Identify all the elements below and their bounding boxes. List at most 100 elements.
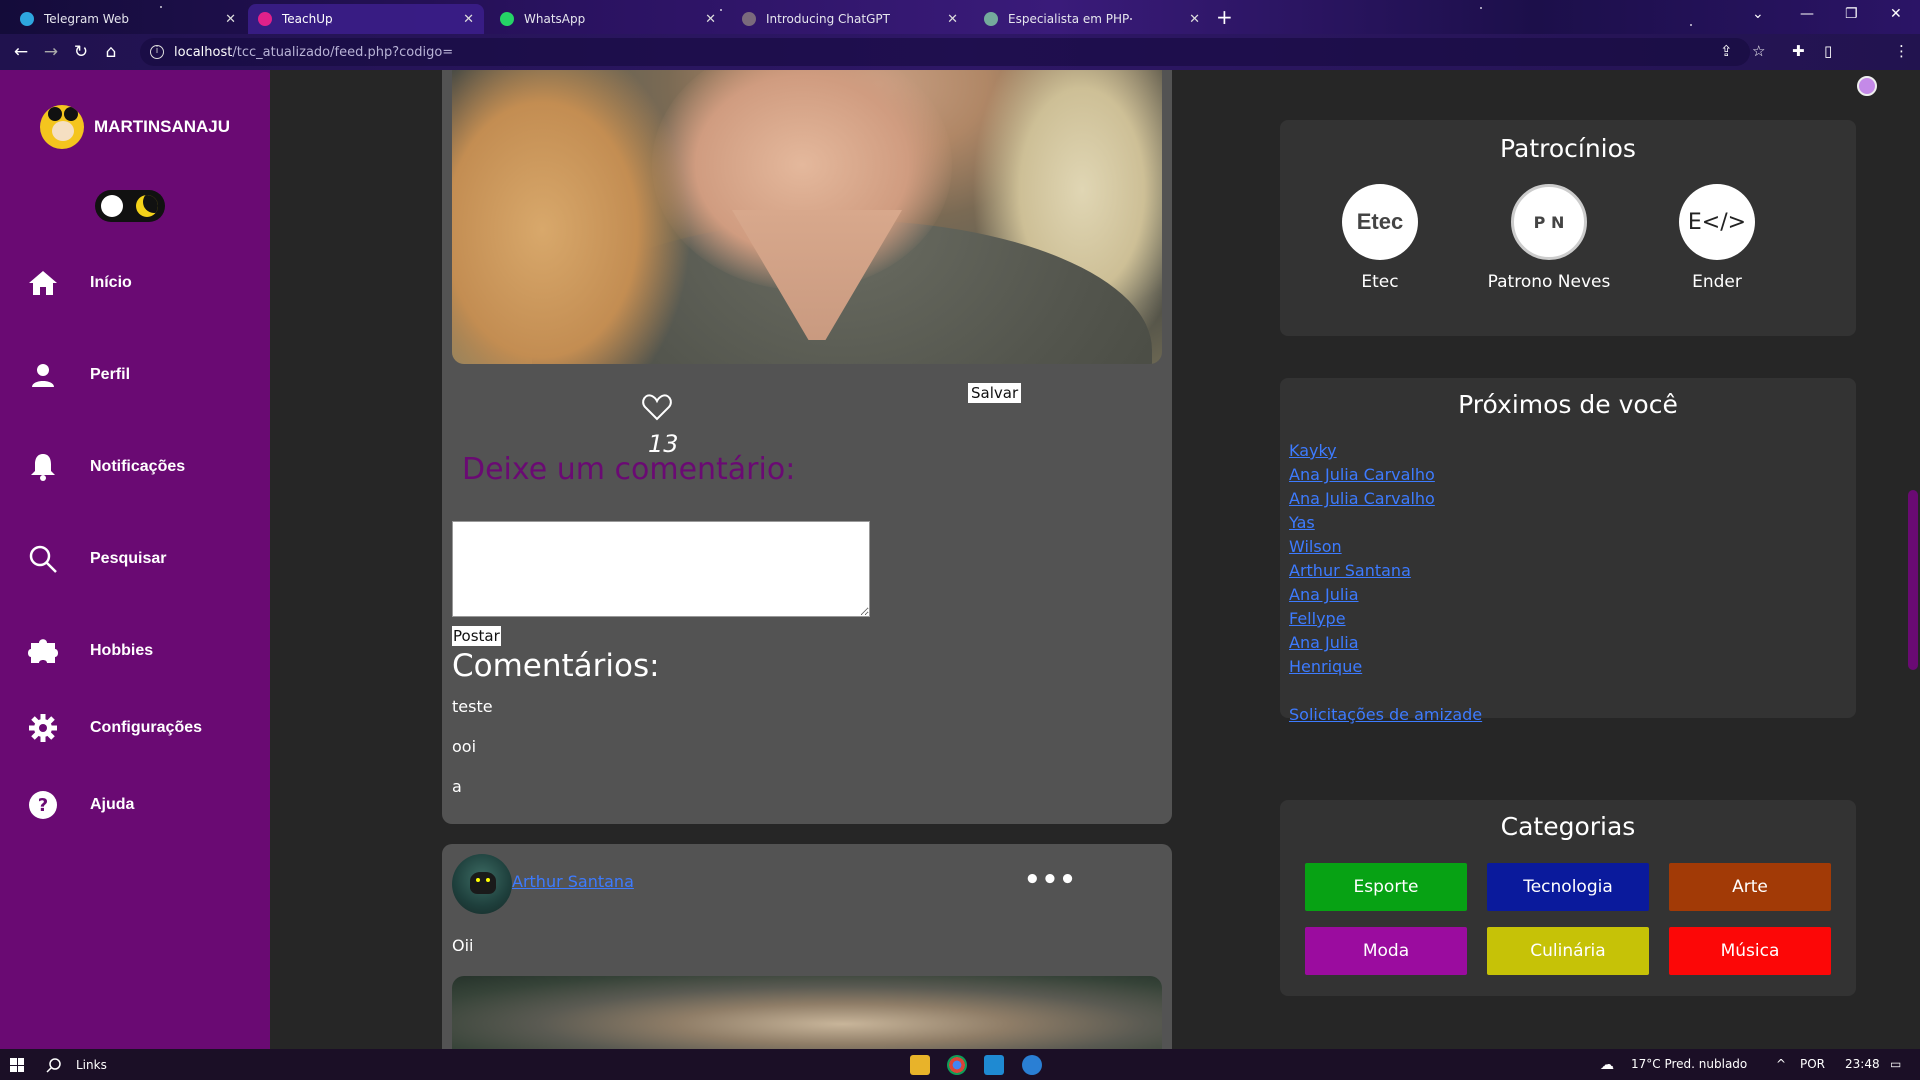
tray-chevron-icon[interactable]: ^: [1776, 1057, 1786, 1071]
sponsor-etec[interactable]: Etec Etec: [1305, 184, 1455, 292]
home-browser-icon[interactable]: ⌂: [96, 42, 126, 62]
nearby-person-link[interactable]: Arthur Santana: [1289, 561, 1411, 580]
extensions-icon[interactable]: ✚: [1792, 42, 1805, 60]
browser-profile-avatar[interactable]: [1857, 76, 1877, 96]
close-icon[interactable]: ✕: [463, 12, 474, 27]
clock[interactable]: 23:48: [1845, 1057, 1880, 1071]
category-musica[interactable]: Música: [1669, 927, 1831, 975]
sidebar-item-notificacoes[interactable]: Notificações: [26, 450, 185, 484]
forward-icon[interactable]: →: [36, 42, 66, 62]
tab-teachup[interactable]: TeachUp ✕: [248, 4, 484, 34]
save-button[interactable]: Salvar: [968, 383, 1022, 403]
comment-input[interactable]: [452, 521, 870, 617]
author-avatar[interactable]: [452, 854, 512, 914]
comment-text: teste: [452, 697, 493, 716]
bookmark-star-icon[interactable]: ☆: [1752, 42, 1765, 60]
taskbar-search[interactable]: Links: [46, 1057, 107, 1073]
sidebar-item-hobbies[interactable]: Hobbies: [26, 634, 153, 668]
tab-chatgpt[interactable]: Introducing ChatGPT ✕: [732, 4, 968, 34]
post-image[interactable]: [452, 70, 1162, 364]
comment-heading: Deixe um comentário:: [462, 452, 796, 487]
nearby-person-link[interactable]: Fellype: [1289, 609, 1346, 628]
nearby-person-link[interactable]: Henrique: [1289, 657, 1362, 676]
back-icon[interactable]: ←: [6, 42, 36, 62]
search-icon: [46, 1058, 61, 1073]
tab-search-icon[interactable]: ⌄: [1752, 6, 1764, 22]
sidebar-item-label: Hobbies: [90, 642, 154, 659]
category-arte[interactable]: Arte: [1669, 863, 1831, 911]
restore-icon[interactable]: ❐: [1845, 6, 1858, 22]
side-panel-icon[interactable]: ▯: [1824, 42, 1832, 60]
username: MARTINSANAJU: [94, 117, 230, 136]
sidebar-item-label: Notificações: [90, 458, 186, 475]
sidebar-item-label: Perfil: [90, 366, 131, 383]
sponsor-patrono-neves[interactable]: P N Patrono Neves: [1474, 184, 1624, 292]
sidebar-item-ajuda[interactable]: ? Ajuda: [26, 788, 134, 822]
address-bar: ← → ↻ ⌂ i localhost/tcc_atualizado/feed.…: [0, 34, 1920, 96]
sidebar-item-configuracoes[interactable]: Configurações: [26, 711, 202, 745]
weather-icon: ☁: [1600, 1057, 1614, 1073]
nearby-person-link[interactable]: Yas: [1289, 513, 1315, 532]
category-tecnologia[interactable]: Tecnologia: [1487, 863, 1649, 911]
tab-php[interactable]: Especialista em PHP ✕: [974, 4, 1210, 34]
theme-toggle[interactable]: [95, 190, 165, 222]
like-heart-icon[interactable]: [642, 393, 672, 421]
sidebar-item-perfil[interactable]: Perfil: [26, 358, 130, 392]
language-indicator[interactable]: POR: [1800, 1057, 1825, 1071]
close-icon[interactable]: ✕: [1189, 12, 1200, 27]
vscode-icon[interactable]: [984, 1055, 1004, 1075]
notifications-tray-icon[interactable]: ▭: [1890, 1057, 1901, 1071]
url-field[interactable]: i localhost/tcc_atualizado/feed.php?codi…: [140, 38, 1750, 66]
scrollbar-thumb[interactable]: [1908, 490, 1918, 670]
taskbar-search-label: Links: [76, 1058, 107, 1072]
sponsors-title: Patrocínios: [1500, 134, 1636, 163]
sidebar-item-pesquisar[interactable]: Pesquisar: [26, 542, 166, 576]
more-icon[interactable]: •••: [1024, 867, 1077, 893]
close-icon[interactable]: ✕: [225, 12, 236, 27]
internet-explorer-icon[interactable]: [1022, 1055, 1042, 1075]
close-window-icon[interactable]: ✕: [1890, 6, 1902, 22]
tab-label: Introducing ChatGPT: [766, 12, 890, 26]
category-culinaria[interactable]: Culinária: [1487, 927, 1649, 975]
author-link[interactable]: Arthur Santana: [512, 872, 634, 891]
nearby-person-link[interactable]: Kayky: [1289, 441, 1337, 460]
file-explorer-icon[interactable]: [910, 1055, 930, 1075]
category-moda[interactable]: Moda: [1305, 927, 1467, 975]
post-image[interactable]: [452, 976, 1162, 1049]
minimize-icon[interactable]: —: [1800, 6, 1814, 22]
reload-icon[interactable]: ↻: [66, 42, 96, 62]
post-comment-button[interactable]: Postar: [452, 626, 501, 646]
chrome-icon[interactable]: [947, 1055, 967, 1075]
category-esporte[interactable]: Esporte: [1305, 863, 1467, 911]
nearby-person-link[interactable]: Ana Julia Carvalho: [1289, 489, 1435, 508]
nearby-person-link[interactable]: Wilson: [1289, 537, 1342, 556]
close-icon[interactable]: ✕: [705, 12, 716, 27]
user-brand[interactable]: MARTINSANAJU: [40, 105, 230, 149]
background-star: [1690, 24, 1692, 26]
nearby-person-link[interactable]: Ana Julia Carvalho: [1289, 465, 1435, 484]
windows-start-icon[interactable]: [10, 1058, 24, 1072]
post-text: Oii: [452, 936, 474, 955]
categories-panel: Categorias Esporte Tecnologia Arte Moda …: [1280, 800, 1856, 996]
tab-whatsapp[interactable]: WhatsApp ✕: [490, 4, 726, 34]
sponsors-panel: Patrocínios Etec Etec P N Patrono Neves …: [1280, 120, 1856, 336]
new-tab-icon[interactable]: +: [1216, 6, 1233, 28]
ender-logo: E</>: [1679, 184, 1755, 260]
sidebar-item-inicio[interactable]: Início: [26, 266, 132, 300]
user-icon: [26, 358, 60, 392]
tab-telegram[interactable]: Telegram Web ✕: [10, 4, 246, 34]
share-icon[interactable]: ⇪: [1720, 42, 1733, 60]
user-avatar: [40, 105, 84, 149]
nearby-title: Próximos de você: [1458, 390, 1678, 419]
svg-text:?: ?: [38, 795, 48, 816]
nearby-person-link[interactable]: Ana Julia: [1289, 585, 1359, 604]
site-info-icon[interactable]: i: [150, 45, 164, 59]
moon-icon: [136, 195, 158, 217]
post-card: Arthur Santana ••• Oii: [442, 844, 1172, 1049]
sponsor-ender[interactable]: E</> Ender: [1642, 184, 1792, 292]
nearby-person-link[interactable]: Ana Julia: [1289, 633, 1359, 652]
friend-requests-link[interactable]: Solicitações de amizade: [1289, 705, 1482, 724]
weather-text: 17°C Pred. nublado: [1631, 1057, 1748, 1071]
close-icon[interactable]: ✕: [947, 12, 958, 27]
browser-menu-icon[interactable]: ⋮: [1894, 42, 1909, 60]
